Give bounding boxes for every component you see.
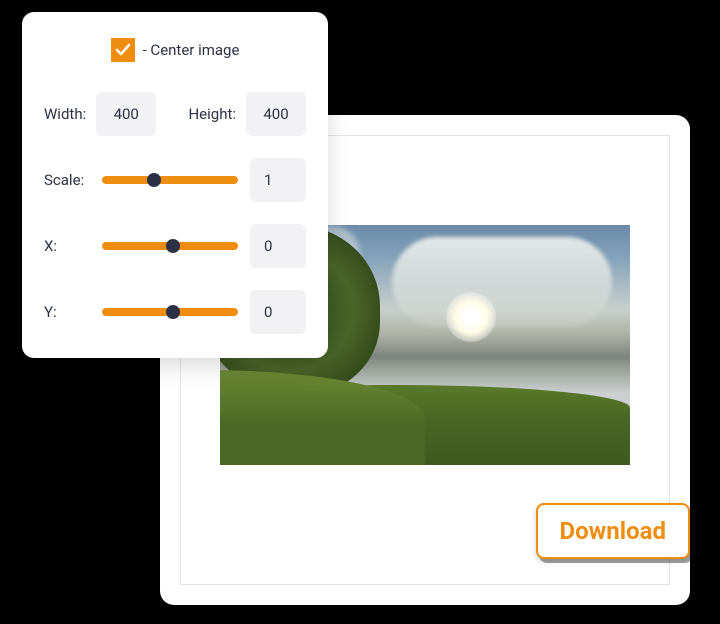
slider-thumb[interactable] — [166, 239, 180, 253]
y-row: Y: — [44, 290, 306, 334]
y-value-input[interactable] — [250, 290, 306, 334]
slider-thumb[interactable] — [147, 173, 161, 187]
width-group: Width: — [44, 92, 156, 136]
sun — [446, 292, 496, 342]
height-input[interactable] — [246, 92, 306, 136]
x-label: X: — [44, 237, 90, 255]
x-slider[interactable] — [102, 236, 238, 256]
center-image-checkbox[interactable] — [111, 38, 135, 62]
scale-label: Scale: — [44, 171, 90, 189]
slider-thumb[interactable] — [166, 305, 180, 319]
scale-slider[interactable] — [102, 170, 238, 190]
cloud — [392, 237, 612, 327]
x-value-input[interactable] — [250, 224, 306, 268]
height-group: Height: — [188, 92, 306, 136]
width-input[interactable] — [96, 92, 156, 136]
y-label: Y: — [44, 303, 90, 321]
slider-track — [102, 176, 238, 184]
dimensions-row: Width: Height: — [44, 92, 306, 136]
scale-value-input[interactable] — [250, 158, 306, 202]
center-image-row: - Center image — [44, 38, 306, 62]
width-label: Width: — [44, 105, 86, 123]
center-image-label: - Center image — [143, 41, 240, 59]
y-slider[interactable] — [102, 302, 238, 322]
x-row: X: — [44, 224, 306, 268]
height-label: Height: — [188, 105, 236, 123]
download-button[interactable]: Download — [536, 503, 690, 559]
controls-panel: - Center image Width: Height: Scale: X: … — [22, 12, 328, 358]
scale-row: Scale: — [44, 158, 306, 202]
check-icon — [115, 42, 131, 58]
